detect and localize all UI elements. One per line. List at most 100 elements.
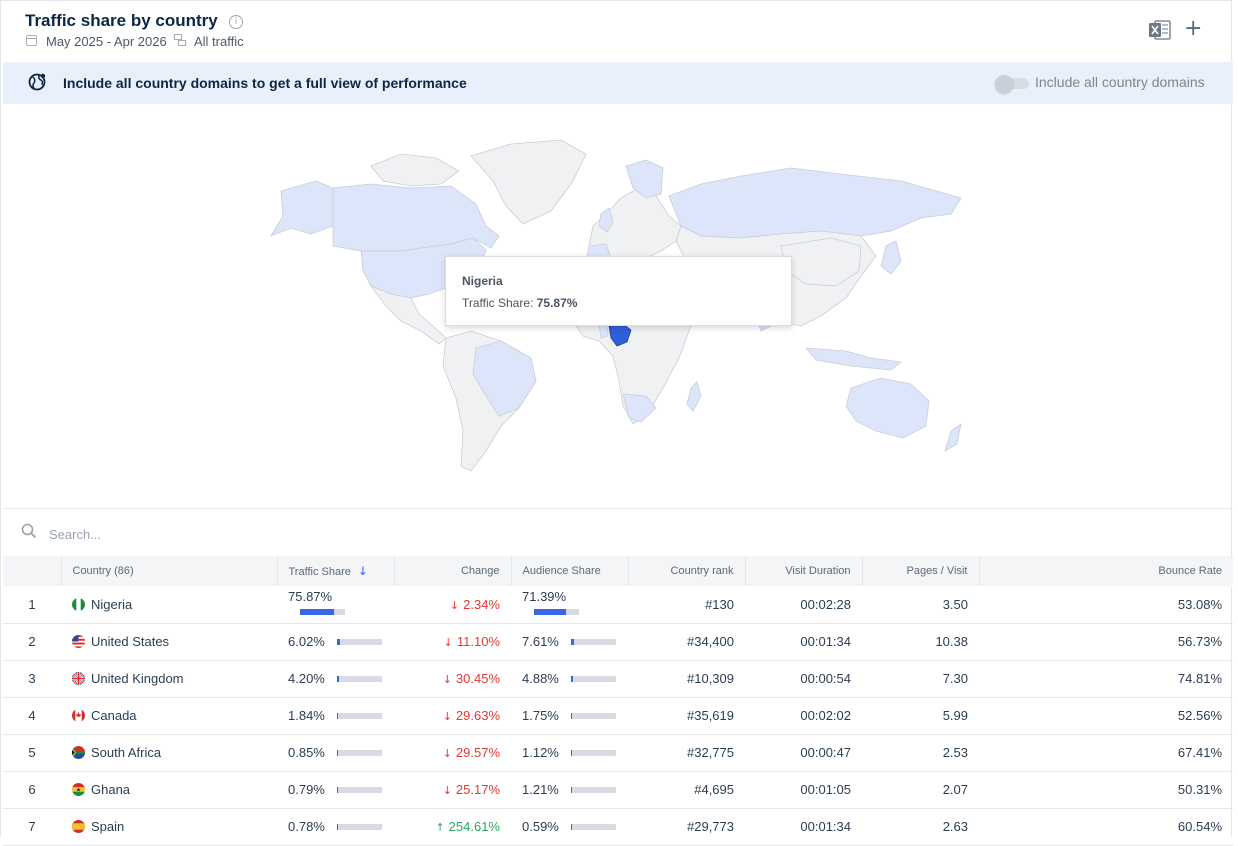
traffic-share-cell: 0.85% bbox=[277, 734, 394, 772]
audience-share-cell: 1.75% bbox=[511, 697, 628, 735]
add-icon[interactable]: + bbox=[1184, 17, 1202, 41]
map-australia bbox=[845, 377, 930, 439]
audience-share-bar bbox=[570, 750, 616, 756]
tooltip-country: Nigeria bbox=[462, 274, 503, 288]
row-index: 2 bbox=[3, 623, 61, 661]
table-row[interactable]: 5 South Africa 0.85% ↓ 29.57% 1.12% #32,775 00:… bbox=[3, 734, 1233, 772]
info-icon[interactable]: i bbox=[229, 15, 243, 29]
traffic-share-bar bbox=[336, 713, 382, 719]
gh-flag-icon bbox=[72, 783, 85, 796]
audience-share-value: 0.59% bbox=[522, 819, 559, 834]
visit-duration-cell: 00:01:34 bbox=[745, 623, 862, 661]
table-row[interactable]: 7 Spain 0.78% ↑ 254.61% 0.59% #29,773 00:01:34 2… bbox=[3, 808, 1233, 846]
row-index: 4 bbox=[3, 697, 61, 735]
table-row[interactable]: 3 United Kingdom 4.20% ↓ 30.45% 4.88% #10,309 0… bbox=[3, 660, 1233, 698]
col-audience-share[interactable]: Audience Share bbox=[510, 556, 628, 586]
country-cell[interactable]: South Africa bbox=[61, 734, 277, 772]
arrow-down-icon: ↓ bbox=[443, 636, 453, 649]
col-traffic-share-label: Traffic Share bbox=[288, 566, 351, 578]
traffic-share-cell: 4.20% bbox=[277, 660, 394, 698]
traffic-share-bar bbox=[336, 750, 382, 756]
us-flag-icon bbox=[72, 635, 85, 648]
col-country-rank[interactable]: Country rank bbox=[627, 556, 745, 586]
country-rank-cell: #4,695 bbox=[628, 771, 745, 809]
country-name: Ghana bbox=[91, 782, 131, 797]
change-cell: ↓ 29.63% bbox=[394, 697, 511, 735]
col-visit-duration[interactable]: Visit Duration bbox=[744, 556, 862, 586]
es-flag-icon bbox=[72, 820, 85, 833]
audience-share-bar-fill bbox=[570, 639, 575, 645]
change-value: 25.17% bbox=[455, 782, 500, 797]
traffic-share-cell: 1.84% bbox=[277, 697, 394, 735]
table-row[interactable]: 4 Canada 1.84% ↓ 29.63% 1.75% #35,619 00:02:02 5… bbox=[3, 697, 1233, 735]
audience-share-value: 7.61% bbox=[522, 634, 559, 649]
arrow-down-icon: ↓ bbox=[442, 673, 452, 686]
visit-duration-cell: 00:00:54 bbox=[745, 660, 862, 698]
table-row[interactable]: 2 United States 6.02% ↓ 11.10% 7.61% #34,400 00… bbox=[3, 623, 1233, 661]
audience-share-cell: 0.59% bbox=[511, 808, 628, 846]
audience-share-bar-fill bbox=[570, 713, 573, 719]
audience-share-value: 1.21% bbox=[522, 782, 559, 797]
traffic-share-bar bbox=[336, 639, 382, 645]
map-new-zealand bbox=[944, 423, 962, 452]
traffic-share-value: 1.84% bbox=[288, 708, 325, 723]
audience-share-bar bbox=[570, 787, 616, 793]
country-name: United States bbox=[91, 634, 170, 649]
visit-duration-cell: 00:00:47 bbox=[745, 734, 862, 772]
traffic-type: All traffic bbox=[194, 34, 244, 49]
ng-flag-icon bbox=[72, 597, 85, 611]
arrow-down-icon: ↓ bbox=[442, 747, 452, 760]
col-bounce-rate[interactable]: Bounce Rate bbox=[978, 556, 1233, 586]
audience-share-value: 1.75% bbox=[522, 708, 559, 723]
row-index: 7 bbox=[3, 808, 61, 846]
country-name: Canada bbox=[91, 708, 137, 723]
ca-flag-icon bbox=[72, 709, 85, 722]
arrow-down-icon: ↓ bbox=[442, 710, 452, 723]
table-row[interactable]: 6 Ghana 0.79% ↓ 25.17% 1.21% #4,695 00:01:05 2.0… bbox=[3, 771, 1233, 809]
traffic-share-bar-fill bbox=[336, 750, 339, 756]
bounce-rate-cell: 50.31% bbox=[979, 771, 1233, 809]
map-greenland bbox=[470, 139, 587, 225]
audience-share-value: 4.88% bbox=[522, 671, 559, 686]
visit-duration-cell: 00:01:05 bbox=[745, 771, 862, 809]
bounce-rate-cell: 74.81% bbox=[979, 660, 1233, 698]
country-cell[interactable]: Ghana bbox=[61, 771, 277, 809]
visit-duration-cell: 00:02:02 bbox=[745, 697, 862, 735]
banner-text: Include all country domains to get a ful… bbox=[63, 75, 467, 91]
traffic-share-value: 4.20% bbox=[288, 671, 325, 686]
col-change[interactable]: Change bbox=[393, 556, 511, 586]
audience-share-bar bbox=[570, 713, 616, 719]
country-rank-cell: #10,309 bbox=[628, 660, 745, 698]
globe-icon bbox=[28, 73, 46, 91]
country-cell[interactable]: Spain bbox=[61, 808, 277, 846]
arrow-down-icon: ↓ bbox=[442, 784, 452, 797]
excel-export-icon[interactable] bbox=[1149, 20, 1171, 40]
traffic-share-bar bbox=[300, 609, 345, 616]
search-row bbox=[3, 508, 1233, 557]
map-russia bbox=[668, 167, 962, 239]
row-index: 6 bbox=[3, 771, 61, 809]
country-rank-cell: #34,400 bbox=[628, 623, 745, 661]
row-index: 3 bbox=[3, 660, 61, 698]
country-cell[interactable]: United States bbox=[61, 623, 277, 661]
traffic-share-cell: 0.78% bbox=[277, 808, 394, 846]
table-row[interactable]: 1 Nigeria 75.87% ↓ 2.34% 71.39% #130 00:02:28 3.… bbox=[3, 586, 1233, 624]
audience-share-cell: 1.12% bbox=[511, 734, 628, 772]
country-cell[interactable]: Nigeria bbox=[61, 586, 277, 624]
include-domains-toggle[interactable] bbox=[995, 75, 1029, 93]
traffic-share-bar-fill bbox=[336, 787, 339, 793]
traffic-share-bar-fill bbox=[300, 609, 335, 616]
change-cell: ↓ 30.45% bbox=[394, 660, 511, 698]
country-name: South Africa bbox=[91, 745, 162, 760]
col-country[interactable]: Country (86) bbox=[60, 556, 277, 586]
col-traffic-share[interactable]: Traffic Share ↓ bbox=[276, 556, 394, 586]
change-cell: ↑ 254.61% bbox=[394, 808, 511, 846]
traffic-share-bar-fill bbox=[336, 824, 339, 830]
country-cell[interactable]: United Kingdom bbox=[61, 660, 277, 698]
country-cell[interactable]: Canada bbox=[61, 697, 277, 735]
tooltip-line: Traffic Share: 75.87% bbox=[462, 296, 577, 310]
pages-visit-cell: 5.99 bbox=[862, 697, 979, 735]
audience-share-cell: 4.88% bbox=[511, 660, 628, 698]
col-pages-visit[interactable]: Pages / Visit bbox=[861, 556, 979, 586]
search-input[interactable] bbox=[47, 522, 651, 546]
